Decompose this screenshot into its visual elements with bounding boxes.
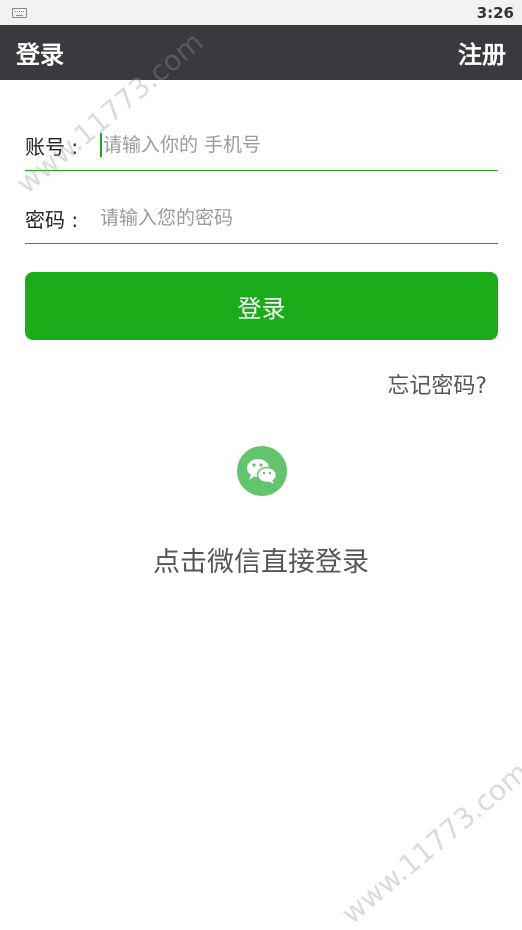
wechat-icon[interactable] xyxy=(237,446,287,496)
status-time: 3:26 xyxy=(476,3,514,22)
keyboard-icon xyxy=(12,7,27,18)
page-title: 登录 xyxy=(16,41,64,69)
forgot-password-link[interactable]: 忘记密码? xyxy=(387,368,487,400)
wechat-login-text[interactable]: 点击微信直接登录 xyxy=(0,540,522,579)
app-bar: 登录 注册 xyxy=(0,25,522,80)
password-label: 密码 : xyxy=(25,207,79,232)
login-button[interactable]: 登录 xyxy=(25,272,498,340)
account-input[interactable] xyxy=(103,125,498,165)
register-button[interactable]: 注册 xyxy=(458,35,506,70)
password-input[interactable] xyxy=(100,198,498,238)
status-bar: 3:26 xyxy=(0,0,522,25)
password-field-row: 密码 : xyxy=(25,193,498,244)
watermark: www.11773.com xyxy=(335,755,522,930)
